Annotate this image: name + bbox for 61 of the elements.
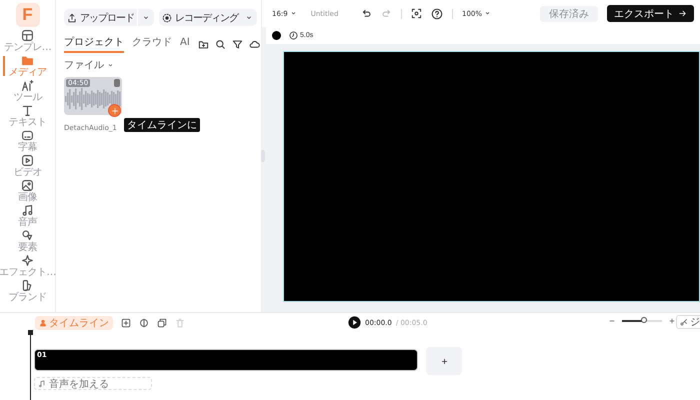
scissors-icon xyxy=(680,318,688,326)
sidebar-item[interactable]: ビデオ xyxy=(2,154,52,179)
search-icon[interactable] xyxy=(214,38,226,50)
music-note-icon xyxy=(38,380,46,388)
shapes-icon xyxy=(21,229,34,242)
folder-dropdown[interactable]: ファイル xyxy=(64,58,114,72)
export-button[interactable]: エクスポート xyxy=(607,5,694,22)
sidebar-item[interactable]: テンプレ… xyxy=(2,29,52,54)
background-color-swatch[interactable] xyxy=(272,31,281,40)
clock-icon xyxy=(289,31,298,40)
sidebar-item[interactable]: ブランド xyxy=(2,279,52,304)
music-note-icon xyxy=(21,204,34,217)
split-button[interactable]: ジ xyxy=(676,315,700,329)
panel-tab[interactable]: クラウド xyxy=(132,35,172,53)
filter-icon[interactable] xyxy=(232,38,243,50)
panel-tab[interactable]: AI xyxy=(180,36,190,52)
add-clip-button[interactable] xyxy=(426,347,462,375)
sidebar-item[interactable]: 画像 xyxy=(2,179,52,204)
image-icon xyxy=(21,179,34,192)
screen-record-icon[interactable] xyxy=(410,8,422,19)
sidebar-item[interactable]: メディア xyxy=(2,54,52,79)
layout-icon xyxy=(21,29,34,42)
record-icon xyxy=(162,12,172,22)
subtitle-icon xyxy=(21,129,34,142)
folder-icon xyxy=(21,54,34,67)
duplicate-icon[interactable] xyxy=(157,318,167,328)
help-icon[interactable] xyxy=(430,8,443,20)
undo-icon[interactable] xyxy=(360,8,372,19)
timeline-tab[interactable]: タイムライン xyxy=(35,316,113,330)
sidebar-item[interactable]: 音声 xyxy=(2,204,52,229)
add-track-icon[interactable] xyxy=(121,318,131,328)
panel-tab[interactable]: プロジェクト xyxy=(64,35,124,53)
sidebar-item[interactable]: テキスト xyxy=(2,104,52,129)
tooltip: タイムラインに xyxy=(124,118,200,132)
app-logo[interactable]: F xyxy=(16,3,40,27)
arrow-right-icon xyxy=(678,9,687,18)
zoom-in-icon[interactable] xyxy=(668,317,676,325)
slider-thumb[interactable] xyxy=(641,317,647,323)
caret-icon xyxy=(484,10,491,17)
add-to-timeline-button[interactable] xyxy=(108,104,121,117)
sparkle-icon xyxy=(21,254,34,267)
add-audio-button[interactable]: 音声を加える xyxy=(34,377,152,390)
sidebar-item[interactable]: ツール xyxy=(2,79,52,104)
add-folder-icon[interactable] xyxy=(198,38,209,50)
plus-icon xyxy=(440,356,448,366)
upload-icon xyxy=(67,12,77,22)
sidebar-item[interactable]: 要素 xyxy=(2,229,52,254)
caret-icon xyxy=(290,10,297,17)
cloud-icon[interactable] xyxy=(248,38,260,50)
record-button[interactable]: レコーディング xyxy=(159,9,241,26)
split-icon[interactable] xyxy=(139,318,149,328)
brand-kit-icon xyxy=(21,279,34,292)
sidebar-item[interactable]: 字幕 xyxy=(2,129,52,154)
plus-icon xyxy=(110,106,118,114)
play-icon[interactable] xyxy=(348,316,361,329)
text-icon xyxy=(21,104,34,117)
ai-sparkle-icon xyxy=(21,79,34,92)
person-icon xyxy=(39,318,47,326)
video-icon xyxy=(21,154,34,167)
caret-icon xyxy=(107,62,114,68)
upload-button[interactable]: アップロード xyxy=(64,9,137,26)
